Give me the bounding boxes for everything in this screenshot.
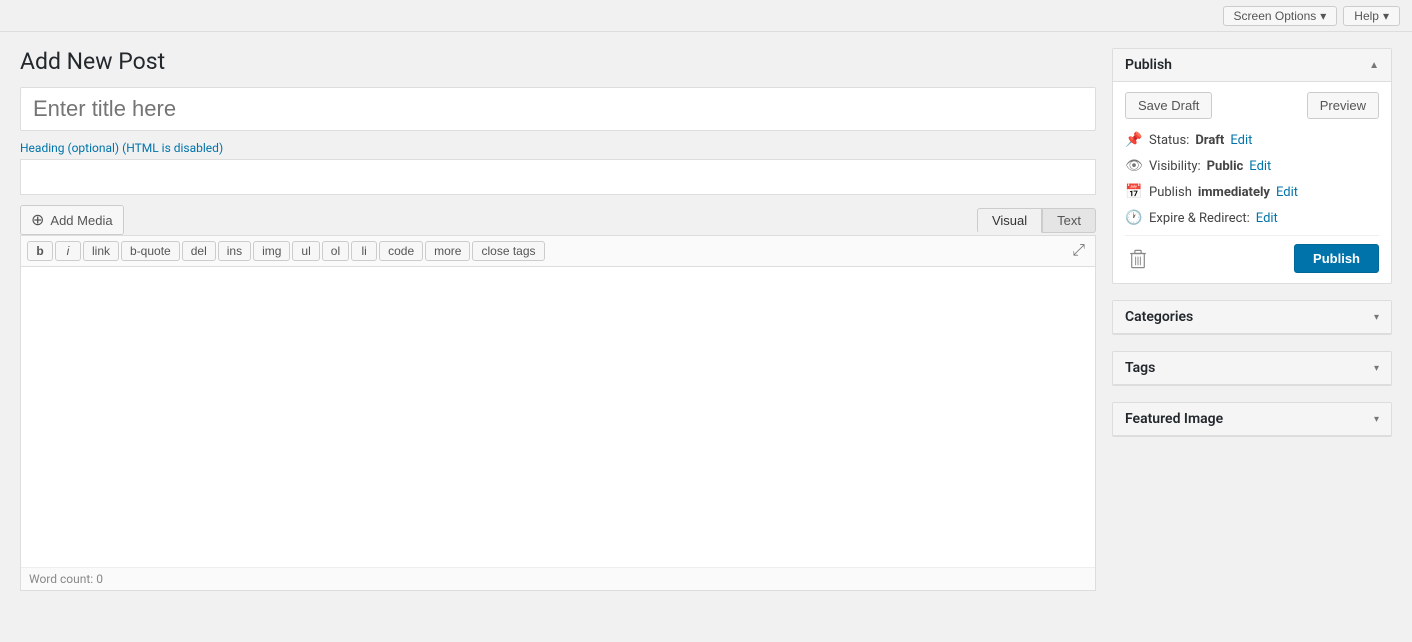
format-del-button[interactable]: del	[182, 241, 216, 261]
word-count: Word count: 0	[21, 567, 1095, 590]
featured-image-chevron-icon: ▾	[1374, 414, 1379, 425]
status-icon: 📌	[1125, 131, 1143, 149]
featured-image-panel: Featured Image ▾	[1112, 402, 1392, 437]
publish-time-label: Publish	[1149, 185, 1192, 200]
publish-panel-actions: Save Draft Preview	[1125, 92, 1379, 119]
tab-text[interactable]: Text	[1042, 208, 1096, 233]
screen-options-chevron-icon: ▾	[1320, 9, 1326, 23]
categories-panel-title: Categories	[1125, 309, 1193, 325]
help-chevron-icon: ▾	[1383, 9, 1389, 23]
categories-panel-header[interactable]: Categories ▾	[1113, 301, 1391, 334]
status-row: 📌 Status: Draft Edit	[1125, 131, 1379, 149]
heading-label: Heading (optional) (HTML is disabled)	[20, 141, 1096, 155]
publish-time-row: 📅 Publish immediately Edit	[1125, 183, 1379, 201]
preview-button[interactable]: Preview	[1307, 92, 1379, 119]
heading-input[interactable]	[20, 159, 1096, 195]
status-value: Draft	[1195, 133, 1224, 148]
visibility-edit-link[interactable]: Edit	[1249, 159, 1271, 174]
format-close-tags-button[interactable]: close tags	[472, 241, 544, 261]
featured-image-panel-title: Featured Image	[1125, 411, 1223, 427]
publish-footer: Publish	[1125, 235, 1379, 273]
help-label: Help	[1354, 9, 1379, 23]
visual-text-tabs: Visual Text	[977, 208, 1096, 233]
trash-icon	[1127, 248, 1149, 270]
tags-panel: Tags ▾	[1112, 351, 1392, 386]
screen-options-button[interactable]: Screen Options ▾	[1223, 6, 1338, 26]
featured-image-panel-header[interactable]: Featured Image ▾	[1113, 403, 1391, 436]
publish-panel: Publish ▲ Save Draft Preview 📌 Status: D…	[1112, 48, 1392, 284]
top-bar: Screen Options ▾ Help ▾	[0, 0, 1412, 32]
status-edit-link[interactable]: Edit	[1230, 133, 1252, 148]
tags-panel-header[interactable]: Tags ▾	[1113, 352, 1391, 385]
save-draft-button[interactable]: Save Draft	[1125, 92, 1212, 119]
format-bar: b i link b-quote del ins img ul ol li co…	[21, 236, 1095, 267]
editor-toolbar-top: ⊕ Add Media Visual Text	[20, 205, 1096, 235]
main-layout: Add New Post Heading (optional) (HTML is…	[0, 32, 1412, 642]
screen-options-label: Screen Options	[1234, 9, 1317, 23]
format-more-button[interactable]: more	[425, 241, 470, 261]
status-label: Status:	[1149, 133, 1189, 148]
format-bold-button[interactable]: b	[27, 241, 53, 261]
expire-icon: 🕐	[1125, 209, 1143, 227]
publish-panel-title: Publish	[1125, 57, 1172, 73]
publish-time-value: immediately	[1198, 185, 1270, 200]
publish-button[interactable]: Publish	[1294, 244, 1379, 273]
tags-chevron-icon: ▾	[1374, 363, 1379, 374]
help-button[interactable]: Help ▾	[1343, 6, 1400, 26]
format-bquote-button[interactable]: b-quote	[121, 241, 180, 261]
sidebar: Publish ▲ Save Draft Preview 📌 Status: D…	[1112, 48, 1392, 626]
tags-panel-title: Tags	[1125, 360, 1155, 376]
word-count-value: 0	[96, 572, 103, 586]
fullscreen-button[interactable]: ⤢	[1068, 240, 1089, 262]
add-media-button[interactable]: ⊕ Add Media	[20, 205, 124, 235]
format-img-button[interactable]: img	[253, 241, 290, 261]
tab-visual[interactable]: Visual	[977, 208, 1042, 233]
word-count-label: Word count:	[29, 572, 93, 586]
editor-body[interactable]	[21, 267, 1095, 567]
expire-edit-link[interactable]: Edit	[1256, 211, 1278, 226]
publish-time-edit-link[interactable]: Edit	[1276, 185, 1298, 200]
expire-label: Expire & Redirect:	[1149, 211, 1250, 226]
expire-row: 🕐 Expire & Redirect: Edit	[1125, 209, 1379, 227]
categories-panel: Categories ▾	[1112, 300, 1392, 335]
publish-time-icon: 📅	[1125, 183, 1143, 201]
content-area: Add New Post Heading (optional) (HTML is…	[20, 48, 1096, 626]
editor-wrapper: b i link b-quote del ins img ul ol li co…	[20, 235, 1096, 591]
publish-panel-body: Save Draft Preview 📌 Status: Draft Edit …	[1113, 82, 1391, 283]
format-ins-button[interactable]: ins	[218, 241, 251, 261]
publish-panel-chevron-icon: ▲	[1369, 60, 1379, 71]
format-ol-button[interactable]: ol	[322, 241, 349, 261]
post-title-input[interactable]	[20, 87, 1096, 131]
format-ul-button[interactable]: ul	[292, 241, 319, 261]
visibility-row: 👁 Visibility: Public Edit	[1125, 157, 1379, 175]
add-media-label: Add Media	[50, 213, 112, 228]
visibility-value: Public	[1207, 159, 1244, 174]
publish-panel-header[interactable]: Publish ▲	[1113, 49, 1391, 82]
page-title: Add New Post	[20, 48, 1096, 75]
fullscreen-icon: ⤢	[1072, 242, 1085, 259]
visibility-icon: 👁	[1125, 157, 1143, 175]
format-code-button[interactable]: code	[379, 241, 423, 261]
format-li-button[interactable]: li	[351, 241, 377, 261]
format-italic-button[interactable]: i	[55, 241, 81, 261]
visibility-label: Visibility:	[1149, 159, 1201, 174]
format-link-button[interactable]: link	[83, 241, 119, 261]
trash-button[interactable]	[1125, 246, 1151, 272]
categories-chevron-icon: ▾	[1374, 312, 1379, 323]
add-media-icon: ⊕	[31, 210, 44, 230]
